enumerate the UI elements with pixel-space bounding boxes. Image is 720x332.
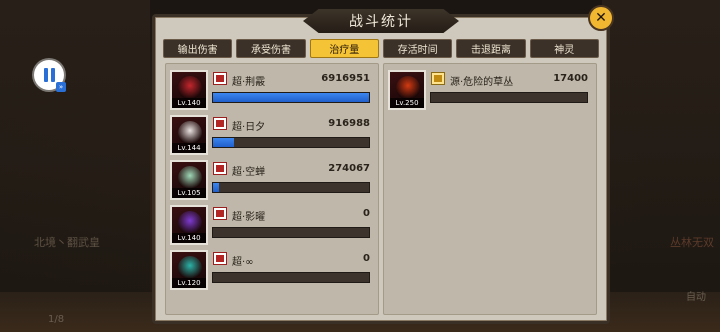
tab-healing[interactable]: 治疗量 xyxy=(309,39,379,58)
hero-level: Lv.144 xyxy=(172,143,206,153)
healer-role-icon xyxy=(213,207,227,220)
healing-bar xyxy=(430,92,588,103)
healer-role-icon xyxy=(213,252,227,265)
dialog-title-plate: 战斗统计 xyxy=(303,9,459,33)
hero-portrait[interactable]: Lv.105 xyxy=(170,160,208,200)
hero-art xyxy=(178,211,202,235)
healing-bar-fill xyxy=(213,93,369,102)
boss-role-icon xyxy=(431,72,445,85)
tab-deity[interactable]: 神灵 xyxy=(529,39,599,58)
healing-value: 6916951 xyxy=(321,73,370,84)
hero-name: 超·∞ xyxy=(232,257,254,268)
healing-bar xyxy=(212,92,370,103)
healing-bar-fill xyxy=(213,138,234,147)
hero-art xyxy=(178,256,202,280)
healer-role-icon xyxy=(213,162,227,175)
healing-bar xyxy=(212,272,370,283)
tab-knockback-distance[interactable]: 击退距离 xyxy=(456,39,526,58)
hero-row: Lv.140 超·荆霰 6916951 xyxy=(170,70,374,110)
wave-counter: 1/8 xyxy=(48,314,65,325)
hero-row: Lv.105 超·空蝉 274067 xyxy=(170,160,374,200)
enemy-level: Lv.250 xyxy=(390,98,424,108)
healer-role-icon xyxy=(213,117,227,130)
hero-art xyxy=(178,166,202,190)
right-team-column: Lv.250 源·危险的草丛 17400 xyxy=(383,63,597,315)
tab-damage-dealt[interactable]: 输出伤害 xyxy=(163,39,233,58)
pause-icon-bar xyxy=(51,68,55,82)
background-scene-left xyxy=(0,0,150,332)
tab-survival-time[interactable]: 存活时间 xyxy=(382,39,453,58)
left-team-name: 北境丶翻武皇 xyxy=(34,236,100,249)
hero-level: Lv.120 xyxy=(172,278,206,288)
healing-bar xyxy=(212,182,370,193)
background-scene-right xyxy=(602,0,720,332)
hero-name: 超·日夕 xyxy=(232,122,266,133)
close-icon: ✕ xyxy=(595,10,607,26)
hero-level: Lv.105 xyxy=(172,188,206,198)
close-button[interactable]: ✕ xyxy=(588,5,614,31)
enemy-art xyxy=(396,76,420,100)
tab-damage-taken[interactable]: 承受伤害 xyxy=(236,39,306,58)
enemy-row: Lv.250 源·危险的草丛 17400 xyxy=(388,70,592,110)
healing-bar xyxy=(212,227,370,238)
hero-level: Lv.140 xyxy=(172,233,206,243)
healing-bar xyxy=(212,137,370,148)
hero-row: Lv.120 超·∞ 0 xyxy=(170,250,374,290)
hero-name: 超·荆霰 xyxy=(232,77,266,88)
dialog-title: 战斗统计 xyxy=(349,14,413,30)
healing-bar-fill xyxy=(213,183,220,192)
hero-portrait[interactable]: Lv.144 xyxy=(170,115,208,155)
hero-name: 超·影曜 xyxy=(232,212,266,223)
hero-portrait[interactable]: Lv.120 xyxy=(170,250,208,290)
hero-portrait[interactable]: Lv.140 xyxy=(170,205,208,245)
auto-button[interactable]: 自动 xyxy=(686,288,706,303)
healing-value: 274067 xyxy=(328,163,370,174)
hero-level: Lv.140 xyxy=(172,98,206,108)
hero-name: 超·空蝉 xyxy=(232,167,266,178)
hero-portrait[interactable]: Lv.140 xyxy=(170,70,208,110)
healer-role-icon xyxy=(213,72,227,85)
healing-value: 0 xyxy=(363,208,370,219)
healing-value: 0 xyxy=(363,253,370,264)
healing-value: 17400 xyxy=(553,73,588,84)
pause-icon xyxy=(44,68,48,82)
left-team-column: Lv.140 超·荆霰 6916951 Lv.144 超·日夕 916988 L… xyxy=(165,63,379,315)
enemy-portrait[interactable]: Lv.250 xyxy=(388,70,426,110)
hero-art xyxy=(178,76,202,100)
stats-tabs: 输出伤害 承受伤害 治疗量 存活时间 击退距离 神灵 xyxy=(163,39,599,58)
hero-row: Lv.144 超·日夕 916988 xyxy=(170,115,374,155)
right-team-name: 丛林无双 xyxy=(670,236,714,249)
fast-forward-icon[interactable]: » xyxy=(56,82,66,92)
battle-stats-dialog: 战斗统计 ✕ 输出伤害 承受伤害 治疗量 存活时间 击退距离 神灵 Lv.140… xyxy=(152,5,614,324)
healing-value: 916988 xyxy=(328,118,370,129)
hero-art xyxy=(178,121,202,145)
enemy-name: 源·危险的草丛 xyxy=(450,77,514,88)
hero-row: Lv.140 超·影曜 0 xyxy=(170,205,374,245)
